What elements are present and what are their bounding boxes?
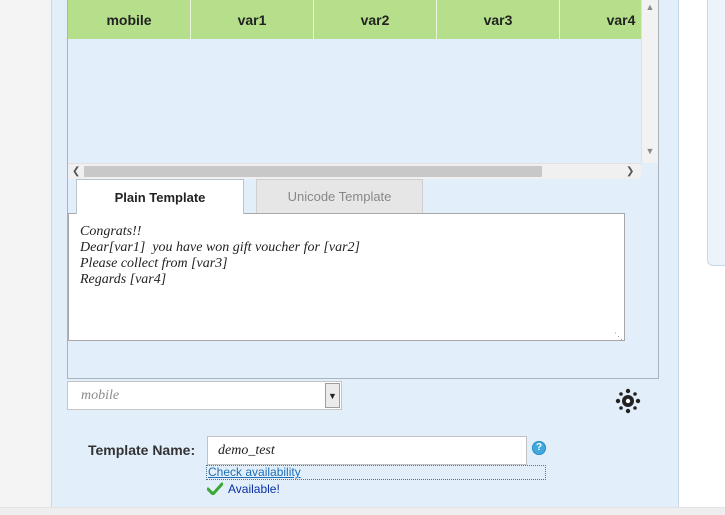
cog-dots-icon[interactable] <box>615 388 641 414</box>
template-name-label: Template Name: <box>88 442 196 458</box>
scroll-down-arrow-icon[interactable]: ▼ <box>642 146 658 156</box>
grid-column-header[interactable]: var1 <box>191 0 314 39</box>
grid-column-header[interactable]: mobile <box>68 0 191 39</box>
template-name-input[interactable]: demo_test <box>207 436 527 465</box>
chevron-down-icon[interactable]: ▼ <box>325 383 340 408</box>
scroll-left-arrow-icon[interactable]: ❮ <box>72 164 80 179</box>
scroll-right-arrow-icon[interactable]: ❯ <box>626 164 634 179</box>
question-circle-icon[interactable]: ? <box>532 441 546 455</box>
page-gutter <box>0 0 51 508</box>
tab-unicode-template[interactable]: Unicode Template <box>256 179 423 213</box>
grid-column-header[interactable]: var2 <box>314 0 437 39</box>
grid-column-header[interactable]: var4 <box>560 0 641 39</box>
horizontal-scroll-thumb[interactable] <box>84 166 542 177</box>
availability-status: Available! <box>228 482 280 496</box>
column-select[interactable]: mobile ▼ <box>67 381 342 410</box>
grid-horizontal-scrollbar[interactable]: ❮ ❯ <box>68 163 641 179</box>
grid-header-row: mobile var1 var2 var3 var4 <box>68 0 641 39</box>
scroll-up-arrow-icon[interactable]: ▲ <box>642 2 658 12</box>
grid-vertical-scrollbar[interactable]: ▲ ▼ <box>641 0 658 163</box>
variable-grid[interactable]: mobile var1 var2 var3 var4 <box>68 0 641 163</box>
checkmark-icon <box>207 482 223 495</box>
resize-grip-icon[interactable]: ⋱ <box>614 331 624 341</box>
check-availability-link[interactable]: Check availability <box>206 465 546 480</box>
tab-plain-template[interactable]: Plain Template <box>76 179 244 214</box>
column-select-value: mobile <box>81 388 120 403</box>
grid-column-header[interactable]: var3 <box>437 0 560 39</box>
right-sidebar-edge <box>707 0 725 266</box>
template-textarea[interactable]: Congrats!! Dear[var1] you have won gift … <box>68 213 625 341</box>
